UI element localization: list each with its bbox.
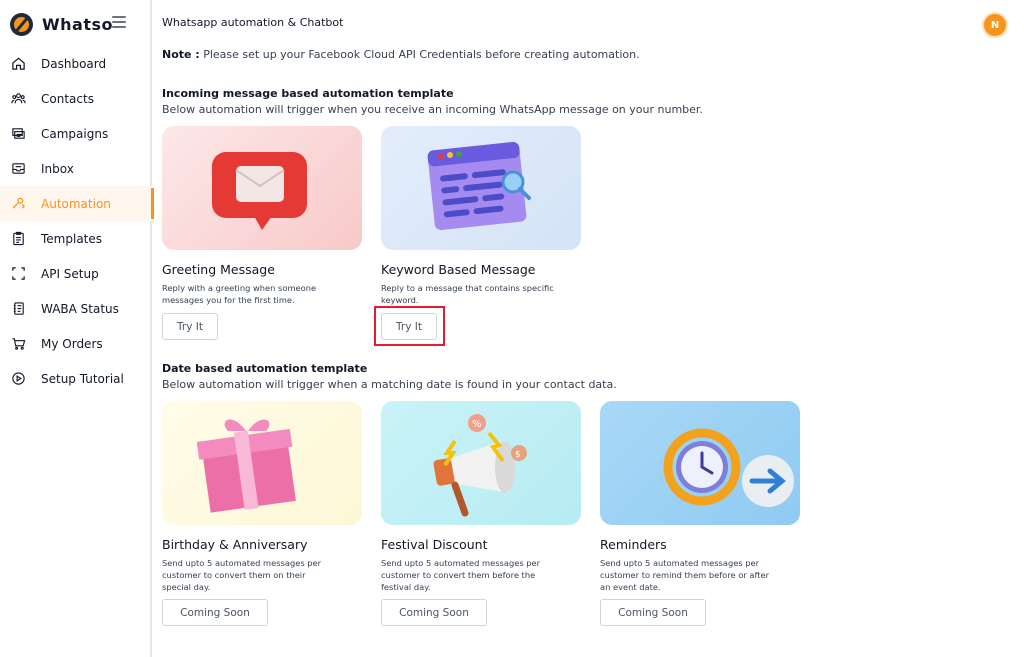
menu-toggle-icon[interactable]: [112, 16, 126, 28]
birthday-coming-soon-button[interactable]: Coming Soon: [162, 599, 268, 626]
sidebar-item-label: Dashboard: [41, 56, 107, 71]
sidebar-item-setup-tutorial[interactable]: Setup Tutorial: [0, 361, 152, 396]
sidebar-item-label: API Setup: [41, 266, 99, 281]
api-setup-icon: [10, 266, 26, 282]
home-icon: [10, 56, 26, 72]
play-icon: [10, 371, 26, 387]
highlight-box: [374, 306, 445, 346]
sidebar-item-api-setup[interactable]: API Setup: [0, 256, 152, 291]
reminders-coming-soon-button[interactable]: Coming Soon: [600, 599, 706, 626]
note-text: Note : Please set up your Facebook Cloud…: [162, 48, 640, 61]
sidebar-item-campaigns[interactable]: Campaigns: [0, 116, 152, 151]
megaphone-image: % $: [381, 401, 581, 525]
svg-text:%: %: [472, 419, 482, 430]
sidebar-item-my-orders[interactable]: My Orders: [0, 326, 152, 361]
avatar[interactable]: N: [982, 12, 1008, 38]
card-description: Reply with a greeting when someone messa…: [162, 283, 317, 305]
date-section-subtitle: Below automation will trigger when a mat…: [162, 378, 617, 391]
templates-icon: [10, 231, 26, 247]
note-body: Please set up your Facebook Cloud API Cr…: [199, 48, 640, 61]
sidebar-item-waba-status[interactable]: WABA Status: [0, 291, 152, 326]
note-label: Note :: [162, 48, 200, 61]
sidebar-item-label: Templates: [41, 231, 103, 246]
sidebar-item-contacts[interactable]: Contacts: [0, 81, 152, 116]
page-title: Whatsapp automation & Chatbot: [162, 16, 344, 29]
cart-icon: [10, 336, 26, 352]
contacts-icon: [10, 91, 26, 107]
sidebar: Whatso Dashboard Contacts Campaigns Inbo…: [0, 0, 154, 657]
sidebar-nav: Dashboard Contacts Campaigns Inbox Autom…: [0, 46, 154, 396]
incoming-section-subtitle: Below automation will trigger when you r…: [162, 103, 703, 116]
sidebar-item-label: WABA Status: [41, 301, 119, 316]
festival-coming-soon-button[interactable]: Coming Soon: [381, 599, 487, 626]
keyword-message-card: Keyword Based Message Reply to a message…: [381, 126, 581, 306]
waba-status-icon: [10, 301, 26, 317]
sidebar-item-dashboard[interactable]: Dashboard: [0, 46, 152, 81]
festival-discount-card: % $ Festival Discount Send upto 5 automa…: [381, 401, 581, 593]
date-section-title: Date based automation template: [162, 362, 368, 375]
gift-image: [162, 401, 362, 525]
card-description: Send upto 5 automated messages per custo…: [162, 558, 322, 592]
sidebar-item-label: Inbox: [41, 161, 74, 176]
sidebar-item-inbox[interactable]: Inbox: [0, 151, 152, 186]
card-description: Send upto 5 automated messages per custo…: [381, 558, 541, 592]
automation-icon: [10, 196, 26, 212]
card-title: Keyword Based Message: [381, 262, 536, 277]
card-description: Reply to a message that contains specifi…: [381, 283, 554, 305]
card-title: Greeting Message: [162, 262, 275, 277]
greeting-try-it-button[interactable]: Try It: [162, 313, 218, 340]
reminders-card: Reminders Send upto 5 automated messages…: [600, 401, 800, 593]
sidebar-item-label: Contacts: [41, 91, 94, 106]
sidebar-item-templates[interactable]: Templates: [0, 221, 152, 256]
birthday-anniversary-card: Birthday & Anniversary Send upto 5 autom…: [162, 401, 362, 593]
greeting-message-card: Greeting Message Reply with a greeting w…: [162, 126, 362, 306]
campaigns-icon: [10, 126, 26, 142]
card-title: Festival Discount: [381, 537, 488, 552]
main-content: Whatsapp automation & Chatbot N Note : P…: [162, 0, 1024, 657]
clock-image: [600, 401, 800, 525]
card-title: Birthday & Anniversary: [162, 537, 308, 552]
sidebar-item-label: Setup Tutorial: [41, 371, 124, 386]
sidebar-item-label: My Orders: [41, 336, 103, 351]
greeting-message-image: [162, 126, 362, 250]
brand-name: Whatso: [42, 14, 113, 34]
sidebar-item-automation[interactable]: Automation: [0, 186, 154, 221]
incoming-section-title: Incoming message based automation templa…: [162, 87, 454, 100]
inbox-icon: [10, 161, 26, 177]
card-title: Reminders: [600, 537, 667, 552]
sidebar-item-label: Automation: [41, 196, 111, 211]
svg-text:$: $: [515, 450, 521, 460]
whatso-logo-icon: [10, 12, 33, 36]
sidebar-item-label: Campaigns: [41, 126, 109, 141]
card-description: Send upto 5 automated messages per custo…: [600, 558, 769, 592]
keyword-message-image: [381, 126, 581, 250]
